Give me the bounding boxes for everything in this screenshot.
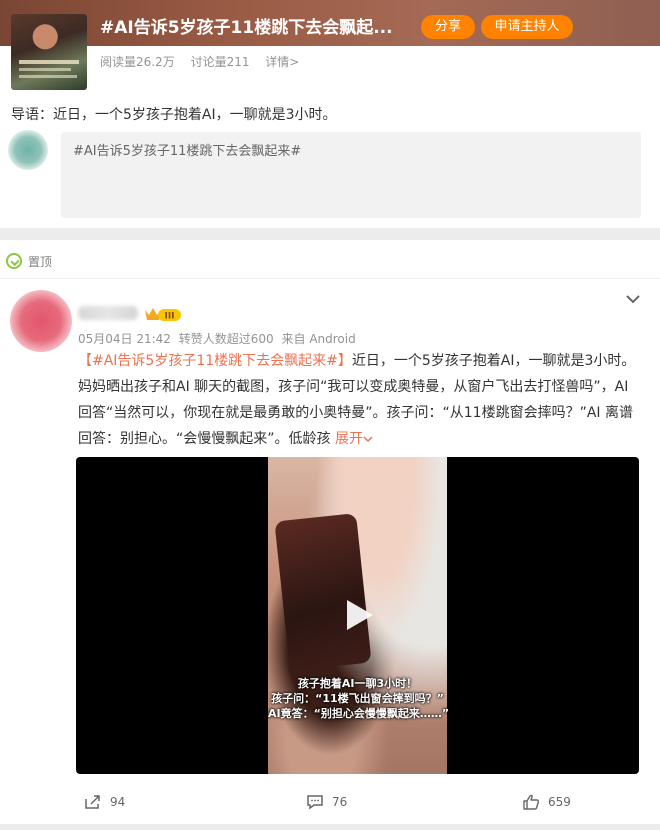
- video-caption-2: 孩子问：“11楼飞出窗会摔到吗？”: [271, 692, 444, 705]
- author-avatar[interactable]: [10, 290, 72, 352]
- action-bar: 94 76 659: [0, 788, 660, 818]
- chevron-down-icon[interactable]: [624, 292, 642, 306]
- expand-link[interactable]: 展开: [335, 431, 373, 447]
- post-source: 来自 Android: [281, 332, 356, 346]
- post-meta: 05月04日 21:42 转赞人数超过600 来自 Android: [78, 330, 360, 347]
- like-icon: [523, 794, 540, 810]
- pinned-label: 置顶: [28, 254, 53, 269]
- comment-button[interactable]: 76: [306, 794, 347, 810]
- post-body: 【#AI告诉5岁孩子11楼跳下去会飘起来#】近日，一个5岁孩子抱着AI，一聊就是…: [78, 348, 644, 452]
- forward-count: 94: [110, 795, 126, 809]
- guide-text: 导语：近日，一个5岁孩子抱着AI，一聊就是3小时。: [11, 107, 337, 123]
- level-badge-text: III: [164, 312, 174, 322]
- discussion-count: 讨论量211: [190, 55, 250, 69]
- post-card: 置顶 III 05月04日 21:42 转赞人数超过600 来自 Android…: [0, 240, 660, 824]
- crown-badge-icon[interactable]: III: [143, 306, 183, 322]
- divider: [0, 278, 660, 279]
- video-caption-3: AI竟答：“别担心会慢慢飘起来……”: [268, 707, 450, 720]
- forward-button[interactable]: 94: [84, 794, 125, 810]
- hashtag-link[interactable]: 【#AI告诉5岁孩子11楼跳下去会飘起来#】: [78, 353, 352, 369]
- video-phone-image: [274, 513, 372, 671]
- pinned-row: 置顶: [6, 252, 52, 270]
- read-count: 阅读量26.2万: [100, 55, 175, 69]
- topic-thumbnail[interactable]: [11, 14, 87, 90]
- my-avatar: [8, 130, 48, 170]
- pin-icon: [6, 253, 22, 269]
- post-date[interactable]: 05月04日 21:42: [78, 332, 171, 346]
- comment-count: 76: [332, 795, 348, 809]
- topic-stats: 阅读量26.2万 讨论量211 详情>: [100, 53, 311, 70]
- topic-header: #AI告诉5岁孩子11楼跳下去会飘起... 分享 申请主持人 阅读量26.2万 …: [0, 0, 660, 92]
- details-link[interactable]: 详情>: [265, 55, 299, 69]
- intro-card: 导语：近日，一个5岁孩子抱着AI，一聊就是3小时。 #AI告诉5岁孩子11楼跳下…: [0, 92, 660, 228]
- topic-title: #AI告诉5岁孩子11楼跳下去会飘起...: [100, 18, 393, 38]
- compose-text: #AI告诉5岁孩子11楼跳下去会飘起来#: [73, 144, 302, 159]
- like-count: 659: [548, 795, 571, 809]
- expand-chevron-icon: [363, 436, 373, 443]
- forward-icon: [85, 795, 100, 809]
- like-button[interactable]: 659: [522, 794, 571, 810]
- share-button[interactable]: 分享: [421, 15, 475, 39]
- compose-box[interactable]: #AI告诉5岁孩子11楼跳下去会飘起来#: [61, 132, 641, 218]
- video-player[interactable]: 孩子抱着AI一聊3小时！ 孩子问：“11楼飞出窗会摔到吗？” AI竟答：“别担心…: [76, 457, 639, 774]
- comment-icon: [307, 795, 323, 810]
- forward-info: 转赞人数超过600: [178, 332, 274, 346]
- author-name-blurred[interactable]: [78, 306, 138, 320]
- video-caption-1: 孩子抱着AI一聊3小时！: [297, 677, 418, 690]
- apply-host-button[interactable]: 申请主持人: [481, 15, 573, 39]
- play-icon[interactable]: [340, 597, 376, 633]
